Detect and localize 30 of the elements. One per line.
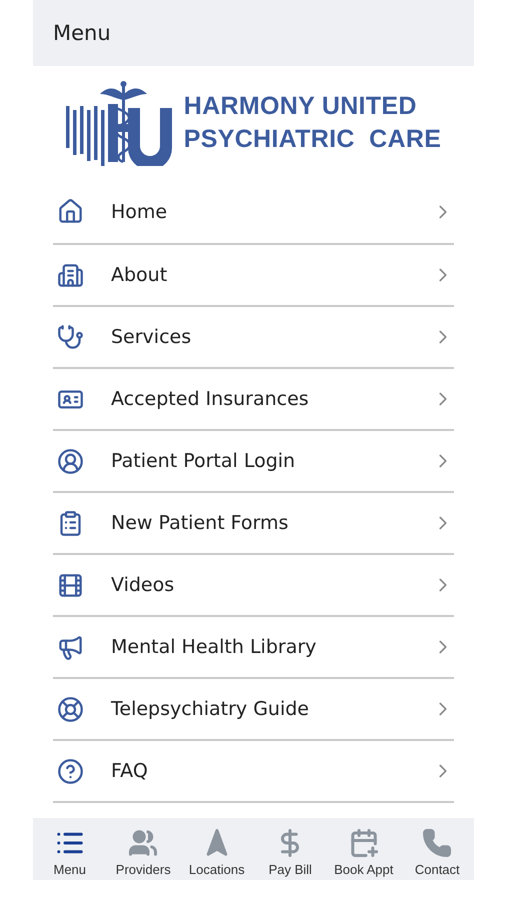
- menu-item[interactable]: About: [111, 264, 432, 286]
- people-icon[interactable]: [128, 828, 158, 858]
- menu-item[interactable]: Accepted Insurances: [111, 388, 432, 410]
- menu-item[interactable]: FAQ: [111, 760, 432, 782]
- tab-label[interactable]: Providers: [116, 862, 171, 877]
- tab-label[interactable]: Contact: [414, 862, 460, 877]
- tab-label[interactable]: Locations: [188, 862, 245, 877]
- stethoscope-icon: [57, 324, 84, 350]
- building-icon: [57, 262, 84, 288]
- tab-label[interactable]: Book Appt: [334, 862, 394, 877]
- menu-item[interactable]: Home: [111, 200, 432, 222]
- phone-icon[interactable]: [422, 828, 452, 858]
- tab-label[interactable]: Pay Bill: [268, 862, 312, 877]
- calendar-plus-icon[interactable]: [348, 828, 379, 858]
- menu-item[interactable]: Videos: [111, 574, 432, 596]
- megaphone-icon: [57, 634, 84, 660]
- film-icon: [57, 572, 84, 598]
- menu-item[interactable]: Patient Portal Login: [111, 450, 432, 472]
- lifebuoy-icon: [57, 696, 84, 722]
- user-circle-icon: [57, 448, 84, 474]
- tab-label[interactable]: Menu: [53, 862, 86, 877]
- menu-item[interactable]: New Patient Forms: [111, 512, 432, 534]
- help-icon: [57, 758, 84, 784]
- menu-item[interactable]: Telepsychiatry Guide: [111, 698, 432, 720]
- logo-text: HARMONY UNITED: [184, 92, 418, 121]
- home-icon: [57, 198, 84, 225]
- logo-text: PSYCHIATRIC CARE: [184, 125, 442, 154]
- header-title: Menu: [53, 21, 111, 45]
- menu-item[interactable]: Services: [111, 326, 432, 348]
- menu-item[interactable]: Mental Health Library: [111, 636, 432, 658]
